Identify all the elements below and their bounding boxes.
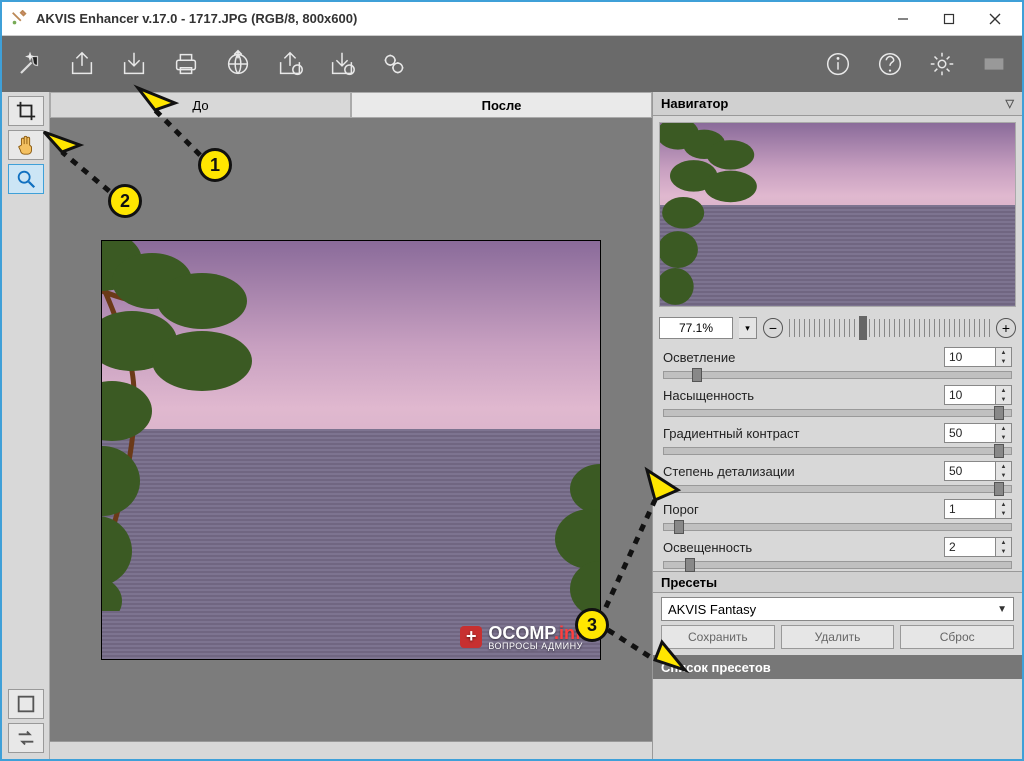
param-slider[interactable] xyxy=(663,371,1012,379)
param-value[interactable]: 10 xyxy=(944,347,996,367)
zoom-out-button[interactable]: − xyxy=(763,318,783,338)
batch-icon[interactable] xyxy=(372,42,416,86)
side-toolbar xyxy=(2,92,50,759)
right-panel: Навигатор ▽ 77.1% ▾ − xyxy=(652,92,1022,759)
param-spinner[interactable]: ▲▼ xyxy=(996,347,1012,367)
param-spinner[interactable]: ▲▼ xyxy=(996,537,1012,557)
param-slider[interactable] xyxy=(663,409,1012,417)
param-row-0: Осветление 10▲▼ xyxy=(653,343,1022,381)
param-label: Осветление xyxy=(663,350,735,365)
param-value[interactable]: 1 xyxy=(944,499,996,519)
zoom-value[interactable]: 77.1% xyxy=(659,317,733,339)
compare-tool[interactable] xyxy=(8,689,44,719)
close-button[interactable] xyxy=(972,5,1018,33)
app-icon xyxy=(10,10,28,28)
param-row-4: Порог 1▲▼ xyxy=(653,495,1022,533)
app-window: AKVIS Enhancer v.17.0 - 1717.JPG (RGB/8,… xyxy=(0,0,1024,761)
canvas-area[interactable]: + OCOMP.info ВОПРОСЫ АДМИНУ xyxy=(50,118,652,741)
param-row-3: Степень детализации 50▲▼ xyxy=(653,457,1022,495)
hand-tool[interactable] xyxy=(8,130,44,160)
info-icon[interactable] xyxy=(816,42,860,86)
param-value[interactable]: 50 xyxy=(944,461,996,481)
navigator-title: Навигатор xyxy=(661,96,728,111)
open-file-icon[interactable] xyxy=(60,42,104,86)
crop-tool[interactable] xyxy=(8,96,44,126)
minimize-button[interactable] xyxy=(880,5,926,33)
preset-list-header: Список пресетов xyxy=(653,655,1022,679)
center-panel: До После xyxy=(50,92,652,759)
param-value[interactable]: 2 xyxy=(944,537,996,557)
param-slider[interactable] xyxy=(663,523,1012,531)
save-file-icon[interactable] xyxy=(112,42,156,86)
navigator-thumbnail[interactable] xyxy=(659,122,1016,307)
view-tabs: До После xyxy=(50,92,652,118)
main-toolbar xyxy=(2,36,1022,92)
param-slider[interactable] xyxy=(663,485,1012,493)
param-row-2: Градиентный контраст 50▲▼ xyxy=(653,419,1022,457)
preset-reset-button[interactable]: Сброс xyxy=(900,625,1014,649)
watermark: + OCOMP.info ВОПРОСЫ АДМИНУ xyxy=(460,623,592,651)
tab-before[interactable]: До xyxy=(50,92,351,118)
settings-icon[interactable] xyxy=(920,42,964,86)
zoom-dropdown[interactable]: ▾ xyxy=(739,317,757,339)
param-label: Градиентный контраст xyxy=(663,426,800,441)
preset-save-button[interactable]: Сохранить xyxy=(661,625,775,649)
panel-toggle-icon[interactable] xyxy=(972,42,1016,86)
share-icon[interactable] xyxy=(216,42,260,86)
zoom-in-button[interactable]: + xyxy=(996,318,1016,338)
export-icon[interactable] xyxy=(320,42,364,86)
preset-delete-button[interactable]: Удалить xyxy=(781,625,895,649)
titlebar: AKVIS Enhancer v.17.0 - 1717.JPG (RGB/8,… xyxy=(2,2,1022,36)
param-value[interactable]: 10 xyxy=(944,385,996,405)
zoom-bar: 77.1% ▾ − + xyxy=(653,313,1022,343)
param-row-1: Насыщенность 10▲▼ xyxy=(653,381,1022,419)
tab-after[interactable]: После xyxy=(351,92,652,118)
import-icon[interactable] xyxy=(268,42,312,86)
zoom-slider[interactable] xyxy=(789,319,990,337)
param-spinner[interactable]: ▲▼ xyxy=(996,461,1012,481)
image-canvas: + OCOMP.info ВОПРОСЫ АДМИНУ xyxy=(101,240,601,660)
param-row-5: Освещенность 2▲▼ xyxy=(653,533,1022,571)
maximize-button[interactable] xyxy=(926,5,972,33)
param-spinner[interactable]: ▲▼ xyxy=(996,385,1012,405)
collapse-icon[interactable]: ▽ xyxy=(1006,97,1014,110)
preset-selected: AKVIS Fantasy xyxy=(668,602,756,617)
horizontal-scrollbar[interactable] xyxy=(50,741,652,759)
wand-icon[interactable] xyxy=(8,42,52,86)
help-icon[interactable] xyxy=(868,42,912,86)
watermark-sub: ВОПРОСЫ АДМИНУ xyxy=(488,641,592,651)
zoom-tool[interactable] xyxy=(8,164,44,194)
dropdown-icon: ▼ xyxy=(997,604,1007,615)
param-label: Освещенность xyxy=(663,540,752,555)
navigator-header: Навигатор ▽ xyxy=(653,92,1022,116)
watermark-text: OCOMP.info xyxy=(488,623,592,643)
param-value[interactable]: 50 xyxy=(944,423,996,443)
plus-icon: + xyxy=(460,626,482,648)
swap-tool[interactable] xyxy=(8,723,44,753)
window-title: AKVIS Enhancer v.17.0 - 1717.JPG (RGB/8,… xyxy=(36,11,357,26)
print-icon[interactable] xyxy=(164,42,208,86)
param-spinner[interactable]: ▲▼ xyxy=(996,423,1012,443)
param-spinner[interactable]: ▲▼ xyxy=(996,499,1012,519)
param-label: Насыщенность xyxy=(663,388,754,403)
preset-select[interactable]: AKVIS Fantasy ▼ xyxy=(661,597,1014,621)
param-slider[interactable] xyxy=(663,561,1012,569)
parameters-panel: Осветление10▲▼Насыщенность10▲▼Градиентны… xyxy=(653,343,1022,571)
presets-header: Пресеты xyxy=(653,571,1022,593)
param-label: Степень детализации xyxy=(663,464,795,479)
param-label: Порог xyxy=(663,502,699,517)
param-slider[interactable] xyxy=(663,447,1012,455)
